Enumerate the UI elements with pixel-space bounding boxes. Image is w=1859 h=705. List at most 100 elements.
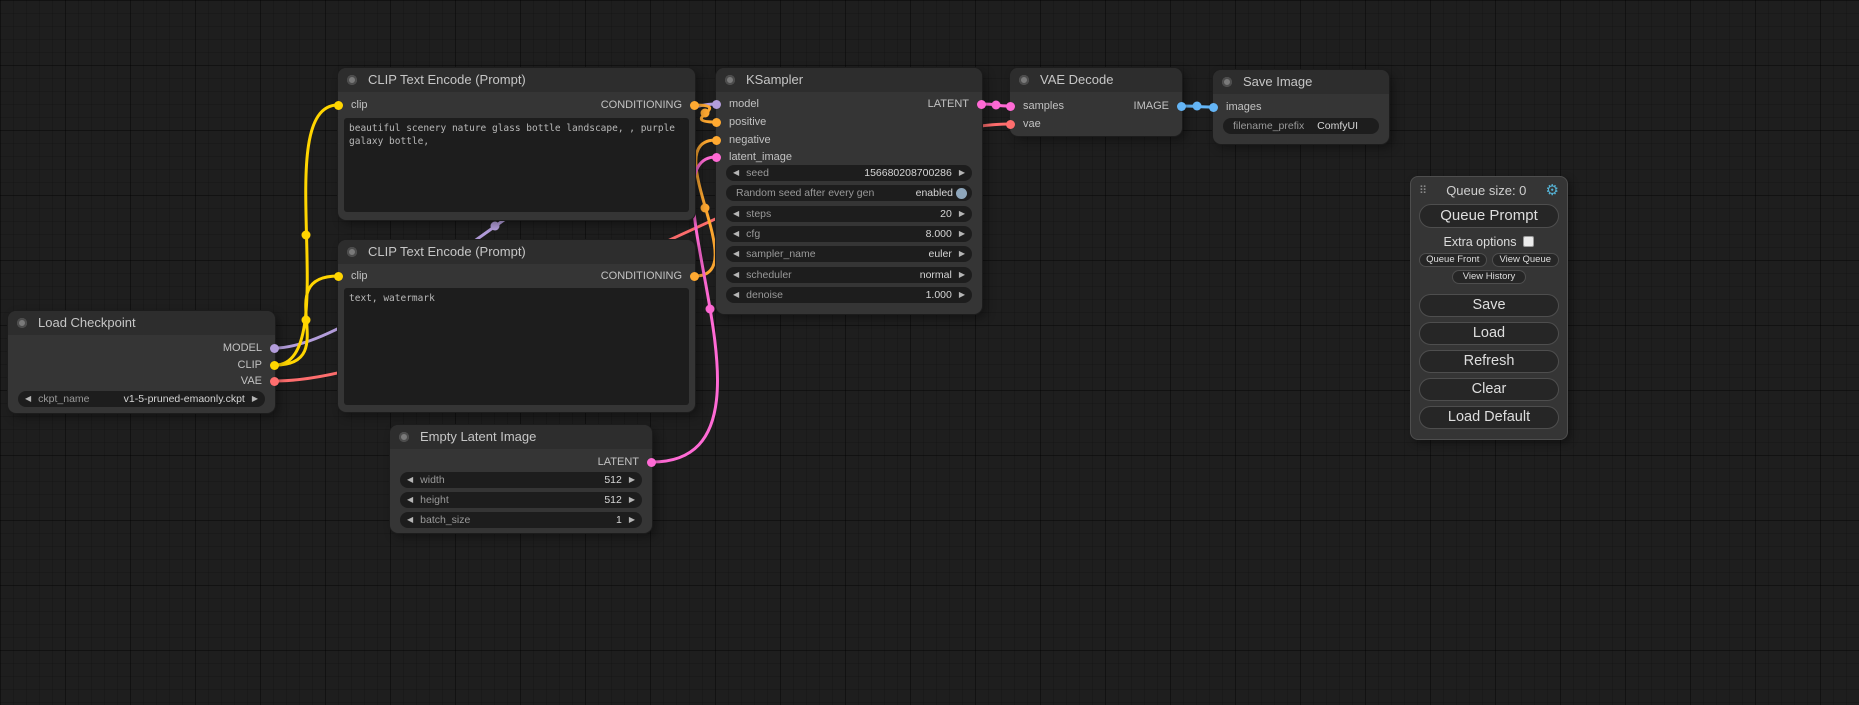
slot-positive-input[interactable]: positive xyxy=(716,114,766,130)
decrement-arrow-icon[interactable]: ◀ xyxy=(733,165,739,181)
node-title-bar[interactable]: VAE Decode xyxy=(1010,68,1182,92)
slot-vae-input[interactable]: vae xyxy=(1010,116,1041,132)
increment-arrow-icon[interactable]: ▶ xyxy=(959,165,965,181)
increment-arrow-icon[interactable]: ▶ xyxy=(959,246,965,262)
load-button[interactable]: Load xyxy=(1419,322,1559,345)
slot-conditioning-output[interactable]: CONDITIONING xyxy=(601,97,695,113)
slot-clip-input[interactable]: clip xyxy=(338,97,368,113)
latent-output-dot[interactable] xyxy=(647,458,656,467)
decrement-arrow-icon[interactable]: ◀ xyxy=(25,391,31,407)
prompt-textarea[interactable]: beautiful scenery nature glass bottle la… xyxy=(344,118,689,212)
latent-image-input-dot[interactable] xyxy=(712,153,721,162)
slot-model-input[interactable]: model xyxy=(716,96,759,112)
decrement-arrow-icon[interactable]: ◀ xyxy=(733,267,739,283)
slot-model-output[interactable]: MODEL xyxy=(223,340,275,356)
slot-image-output[interactable]: IMAGE xyxy=(1134,98,1182,114)
slot-latent-output[interactable]: LATENT xyxy=(598,454,652,470)
batch-size-widget[interactable]: ◀ batch_size 1 ▶ xyxy=(400,512,642,528)
collapse-dot[interactable] xyxy=(17,318,27,328)
slot-conditioning-output[interactable]: CONDITIONING xyxy=(601,268,695,284)
refresh-button[interactable]: Refresh xyxy=(1419,350,1559,373)
queue-front-button[interactable]: Queue Front xyxy=(1419,253,1487,267)
node-title-bar[interactable]: CLIP Text Encode (Prompt) xyxy=(338,68,695,92)
view-history-button[interactable]: View History xyxy=(1452,270,1526,284)
clip-input-dot[interactable] xyxy=(334,101,343,110)
collapse-dot[interactable] xyxy=(399,432,409,442)
load-default-button[interactable]: Load Default xyxy=(1419,406,1559,429)
vae-input-dot[interactable] xyxy=(1006,120,1015,129)
clip-output-dot[interactable] xyxy=(270,361,279,370)
latent-output-dot[interactable] xyxy=(977,100,986,109)
vae-output-dot[interactable] xyxy=(270,377,279,386)
increment-arrow-icon[interactable]: ▶ xyxy=(252,391,258,407)
decrement-arrow-icon[interactable]: ◀ xyxy=(733,287,739,303)
decrement-arrow-icon[interactable]: ◀ xyxy=(407,492,413,508)
collapse-dot[interactable] xyxy=(347,247,357,257)
node-title-bar[interactable]: CLIP Text Encode (Prompt) xyxy=(338,240,695,264)
slot-latent-output[interactable]: LATENT xyxy=(928,96,982,112)
increment-arrow-icon[interactable]: ▶ xyxy=(959,287,965,303)
random-seed-toggle-widget[interactable]: Random seed after every gen enabled xyxy=(726,185,972,201)
height-widget[interactable]: ◀ height 512 ▶ xyxy=(400,492,642,508)
node-title-bar[interactable]: Empty Latent Image xyxy=(390,425,652,449)
slot-samples-input[interactable]: samples xyxy=(1010,98,1064,114)
images-input-dot[interactable] xyxy=(1209,103,1218,112)
filename-prefix-widget[interactable]: filename_prefix ComfyUI xyxy=(1223,118,1379,134)
node-graph-canvas[interactable]: Load Checkpoint MODEL CLIP VAE ◀ ckpt_na… xyxy=(0,0,1859,705)
slot-negative-input[interactable]: negative xyxy=(716,132,771,148)
node-title-bar[interactable]: Load Checkpoint xyxy=(8,311,275,335)
positive-input-dot[interactable] xyxy=(712,118,721,127)
negative-input-dot[interactable] xyxy=(712,136,721,145)
node-vae-decode[interactable]: VAE Decode samples vae IMAGE xyxy=(1010,68,1182,136)
increment-arrow-icon[interactable]: ▶ xyxy=(629,492,635,508)
queue-prompt-button[interactable]: Queue Prompt xyxy=(1419,204,1559,228)
slot-images-input[interactable]: images xyxy=(1213,99,1261,115)
view-queue-button[interactable]: View Queue xyxy=(1492,253,1560,267)
node-save-image[interactable]: Save Image images filename_prefix ComfyU… xyxy=(1213,70,1389,144)
samples-input-dot[interactable] xyxy=(1006,102,1015,111)
scheduler-widget[interactable]: ◀ scheduler normal ▶ xyxy=(726,267,972,283)
drag-handle-icon[interactable]: ⠿ xyxy=(1419,184,1427,197)
steps-widget[interactable]: ◀ steps 20 ▶ xyxy=(726,206,972,222)
collapse-dot[interactable] xyxy=(725,75,735,85)
prompt-textarea[interactable]: text, watermark xyxy=(344,288,689,405)
node-load-checkpoint[interactable]: Load Checkpoint MODEL CLIP VAE ◀ ckpt_na… xyxy=(8,311,275,413)
increment-arrow-icon[interactable]: ▶ xyxy=(629,472,635,488)
conditioning-output-dot[interactable] xyxy=(690,101,699,110)
slot-vae-output[interactable]: VAE xyxy=(241,373,275,389)
extra-options-checkbox[interactable] xyxy=(1523,236,1534,247)
conditioning-output-dot[interactable] xyxy=(690,272,699,281)
increment-arrow-icon[interactable]: ▶ xyxy=(959,267,965,283)
collapse-dot[interactable] xyxy=(1019,75,1029,85)
decrement-arrow-icon[interactable]: ◀ xyxy=(407,472,413,488)
model-input-dot[interactable] xyxy=(712,100,721,109)
ckpt-name-widget[interactable]: ◀ ckpt_name v1-5-pruned-emaonly.ckpt ▶ xyxy=(18,391,265,407)
image-output-dot[interactable] xyxy=(1177,102,1186,111)
decrement-arrow-icon[interactable]: ◀ xyxy=(407,512,413,528)
model-output-dot[interactable] xyxy=(270,344,279,353)
toggle-knob-icon[interactable] xyxy=(956,188,967,199)
collapse-dot[interactable] xyxy=(1222,77,1232,87)
clip-input-dot[interactable] xyxy=(334,272,343,281)
decrement-arrow-icon[interactable]: ◀ xyxy=(733,226,739,242)
slot-clip-output[interactable]: CLIP xyxy=(238,357,275,373)
settings-gear-icon[interactable]: ⚙ xyxy=(1546,181,1559,199)
decrement-arrow-icon[interactable]: ◀ xyxy=(733,246,739,262)
sampler-name-widget[interactable]: ◀ sampler_name euler ▶ xyxy=(726,246,972,262)
width-widget[interactable]: ◀ width 512 ▶ xyxy=(400,472,642,488)
collapse-dot[interactable] xyxy=(347,75,357,85)
seed-widget[interactable]: ◀ seed 156680208700286 ▶ xyxy=(726,165,972,181)
node-clip-text-encode-negative[interactable]: CLIP Text Encode (Prompt) clip CONDITION… xyxy=(338,240,695,412)
node-empty-latent-image[interactable]: Empty Latent Image LATENT ◀ width 512 ▶ … xyxy=(390,425,652,533)
increment-arrow-icon[interactable]: ▶ xyxy=(959,226,965,242)
cfg-widget[interactable]: ◀ cfg 8.000 ▶ xyxy=(726,226,972,242)
save-button[interactable]: Save xyxy=(1419,294,1559,317)
node-title-bar[interactable]: Save Image xyxy=(1213,70,1389,94)
slot-latent-image-input[interactable]: latent_image xyxy=(716,149,792,165)
node-title-bar[interactable]: KSampler xyxy=(716,68,982,92)
clear-button[interactable]: Clear xyxy=(1419,378,1559,401)
node-clip-text-encode-positive[interactable]: CLIP Text Encode (Prompt) clip CONDITION… xyxy=(338,68,695,220)
denoise-widget[interactable]: ◀ denoise 1.000 ▶ xyxy=(726,287,972,303)
slot-clip-input[interactable]: clip xyxy=(338,268,368,284)
increment-arrow-icon[interactable]: ▶ xyxy=(629,512,635,528)
